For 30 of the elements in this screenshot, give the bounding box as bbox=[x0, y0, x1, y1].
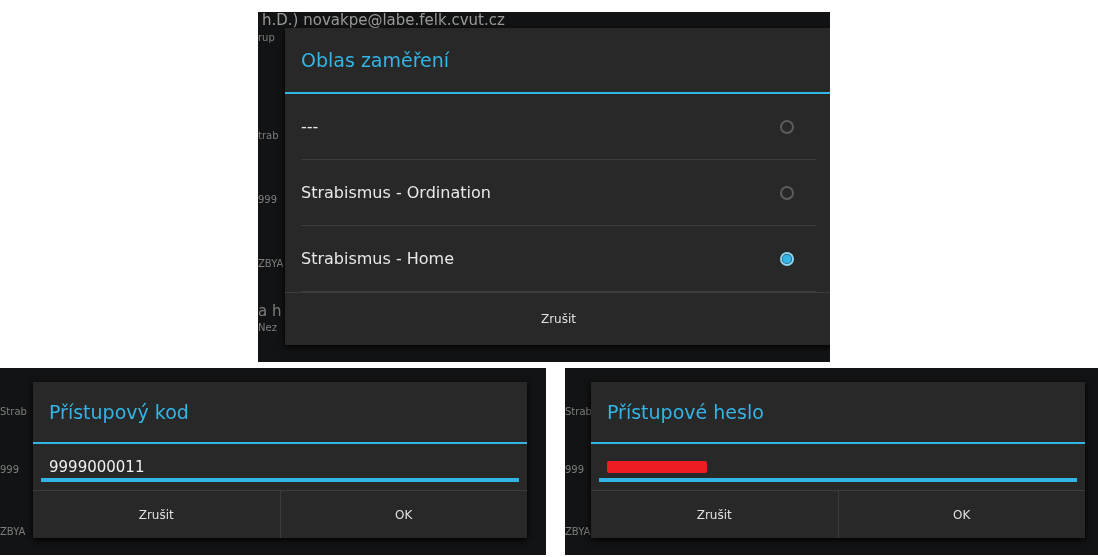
dialog-title: Přístupové heslo bbox=[591, 382, 1085, 444]
input-field[interactable]: 9999000011 bbox=[41, 454, 519, 482]
option-label: --- bbox=[301, 117, 319, 136]
background-text: a h bbox=[258, 302, 283, 320]
option-row[interactable]: Strabismus - Home bbox=[301, 226, 816, 292]
option-label: Strabismus - Home bbox=[301, 249, 454, 268]
background-text: 999 bbox=[258, 194, 279, 206]
background-text: 999 bbox=[565, 464, 586, 476]
background-text: Strab bbox=[565, 406, 591, 418]
dialog-title: Oblas zaměření bbox=[285, 28, 830, 94]
background-text: trab bbox=[258, 130, 280, 142]
background-text: 999 bbox=[0, 464, 21, 476]
option-row[interactable]: Strabismus - Ordination bbox=[301, 160, 816, 226]
background-text: Nez bbox=[258, 322, 278, 334]
dialog-button[interactable]: Zrušit bbox=[33, 491, 280, 538]
background-text: ZBYA bbox=[258, 258, 285, 270]
option-label: Strabismus - Ordination bbox=[301, 183, 491, 202]
dialog-title: Přístupový kod bbox=[33, 382, 527, 444]
background-text: ZBYA bbox=[565, 526, 591, 538]
background-text: rup bbox=[258, 32, 276, 44]
background-text: ZBYA bbox=[0, 526, 27, 538]
option-row[interactable]: --- bbox=[301, 94, 816, 160]
dialog-button[interactable]: OK bbox=[837, 491, 1085, 538]
radio-button[interactable] bbox=[780, 119, 794, 134]
background-text: Strab bbox=[0, 406, 28, 418]
dialog-button[interactable]: OK bbox=[279, 491, 527, 538]
dialog-button[interactable]: Zrušit bbox=[591, 491, 838, 538]
background-email-text: h.D.) novakpe@labe.felk.cvut.cz bbox=[261, 12, 506, 28]
radio-button[interactable] bbox=[780, 185, 794, 200]
dialog-button[interactable]: Zrušit bbox=[285, 293, 830, 345]
